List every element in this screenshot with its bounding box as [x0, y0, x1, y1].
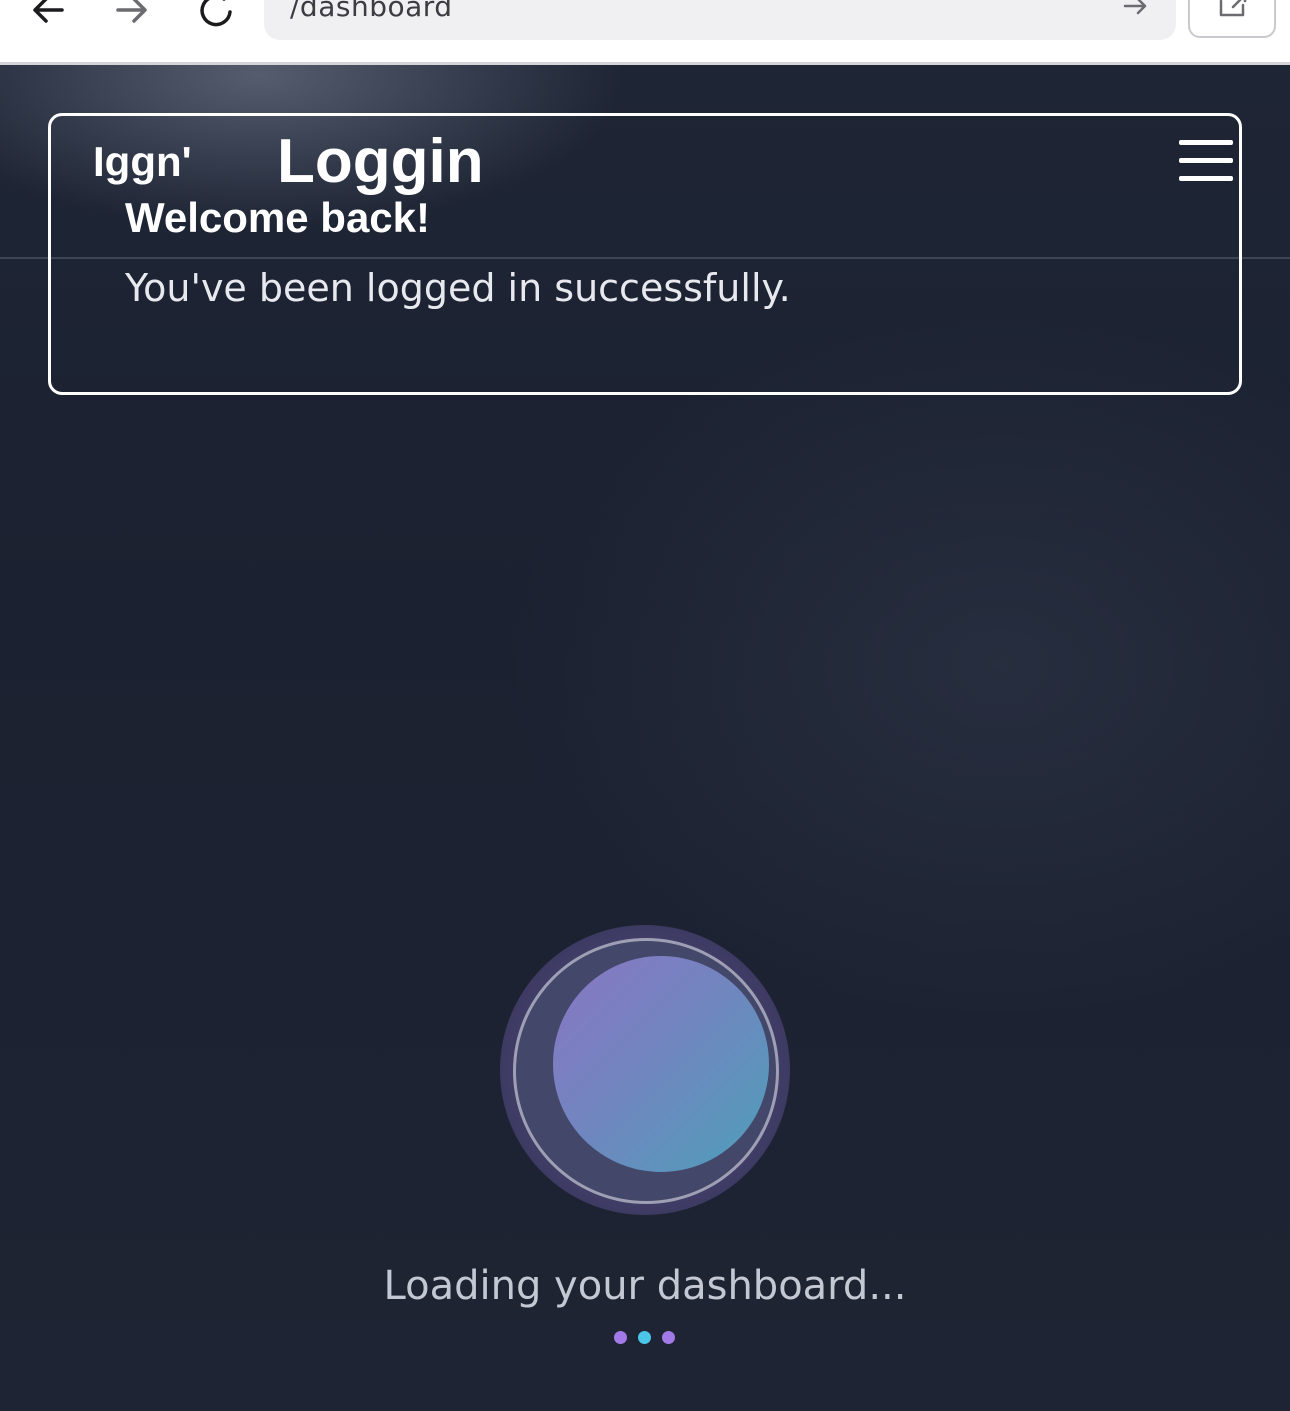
loader-ring: [513, 938, 779, 1204]
page-title: Loggin: [277, 127, 484, 196]
share-button[interactable]: [1188, 0, 1276, 38]
loader-orb: [553, 956, 769, 1172]
share-icon: [1217, 0, 1247, 22]
loading-dot: [614, 1331, 627, 1344]
dashboard-page: Iggn' Loggin Welcome back! You've been l…: [0, 65, 1290, 1411]
loading-dot: [662, 1331, 675, 1344]
welcome-heading: Welcome back!: [125, 194, 431, 241]
loading-dots: [614, 1331, 678, 1345]
back-arrow-icon[interactable]: [24, 0, 72, 34]
loading-dot: [638, 1331, 651, 1344]
header-card: Iggn' Loggin Welcome back! You've been l…: [48, 113, 1242, 395]
browser-toolbar: /dashboard: [0, 0, 1290, 65]
url-text: /dashboard: [290, 0, 453, 23]
success-message: You've been logged in successfully.: [125, 266, 791, 310]
forward-arrow-icon[interactable]: [108, 0, 156, 34]
logo[interactable]: Iggn': [93, 138, 192, 186]
loading-spinner: [500, 925, 790, 1215]
hamburger-menu-icon[interactable]: [1179, 138, 1235, 184]
reload-icon[interactable]: [192, 0, 240, 34]
address-bar[interactable]: /dashboard: [264, 0, 1176, 40]
loading-text: Loading your dashboard...: [383, 1263, 907, 1309]
go-arrow-icon[interactable]: [1116, 0, 1156, 26]
